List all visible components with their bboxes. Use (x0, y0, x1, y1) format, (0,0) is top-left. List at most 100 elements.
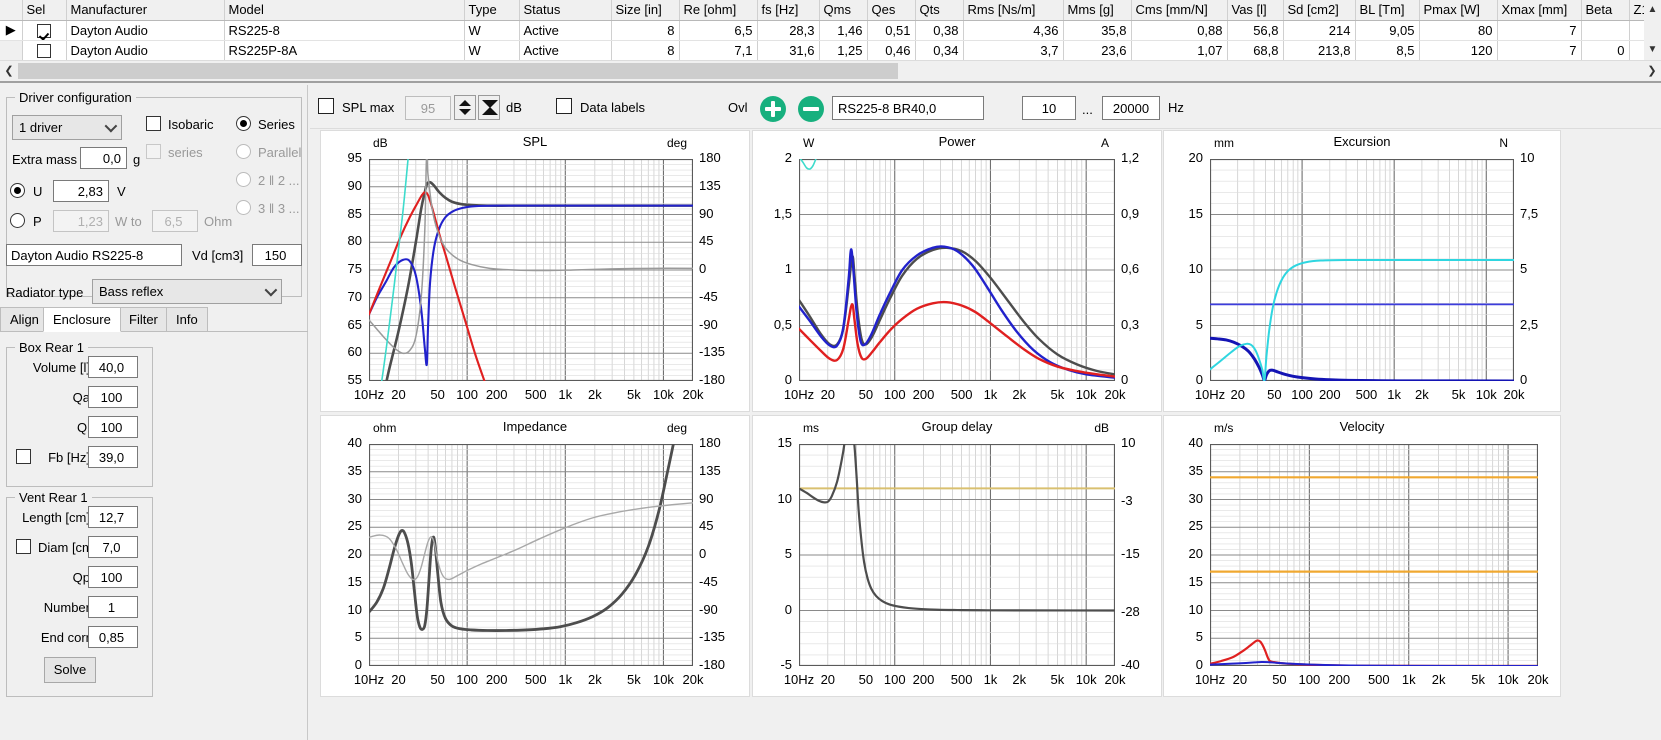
scroll-right-icon[interactable]: ❯ (1643, 61, 1661, 81)
auto-scale-button[interactable] (478, 95, 500, 120)
cell-sd: 213,8 (1283, 40, 1356, 60)
driver-database-table[interactable]: Sel Manufacturer Model Type Status Size … (0, 0, 1661, 60)
data-labels-label: Data labels (580, 100, 646, 115)
spl-max-input[interactable] (405, 96, 451, 120)
power-input[interactable] (53, 210, 109, 232)
box-fb-input[interactable] (88, 446, 138, 468)
vent-diam-input[interactable] (88, 536, 138, 558)
tab-info[interactable]: Info (166, 307, 208, 332)
col-beta[interactable]: Beta (1581, 0, 1630, 21)
vd-input[interactable] (252, 244, 302, 266)
isobaric-checkbox[interactable] (146, 116, 161, 131)
chart-excursion[interactable]: Excursion mm N 0 5 10 15 20 0 2,5 5 7,5 10 10Hz 20 50 10… (1163, 130, 1561, 412)
col-model[interactable]: Model (224, 0, 465, 21)
col-bl[interactable]: BL [Tm] (1355, 0, 1420, 21)
chart-power[interactable]: Power W A 0 0,5 1 1,5 2 0 0,3 0,6 0,9 1,2 10Hz 20 50 100… (752, 130, 1162, 412)
col-mms[interactable]: Mms [g] (1063, 0, 1132, 21)
y-tick-label: 25 (1188, 518, 1203, 534)
col-rms[interactable]: Rms [Ns/m] (963, 0, 1064, 21)
col-qts[interactable]: Qts (915, 0, 964, 21)
enclosure-tab-bar: Align Enclosure Filter Info (0, 307, 308, 332)
wiring-parallel-radio[interactable] (236, 144, 251, 159)
col-fs[interactable]: fs [Hz] (757, 0, 820, 21)
isobaric-series-checkbox[interactable] (146, 144, 161, 159)
spl-max-stepper[interactable] (454, 95, 476, 120)
power-load-input[interactable] (152, 210, 198, 232)
plot-area (1210, 444, 1538, 666)
col-pmax[interactable]: Pmax [W] (1419, 0, 1498, 21)
tab-filter[interactable]: Filter (119, 307, 168, 332)
col-qes[interactable]: Qes (867, 0, 916, 21)
chart-impedance[interactable]: Impedance ohm deg 0 5 10 15 20 25 30 35 40 -180 -135-… (320, 415, 750, 697)
col-xmax[interactable]: Xmax [mm] (1497, 0, 1582, 21)
box-volume-input[interactable] (88, 356, 138, 378)
db-unit-label: dB (506, 100, 522, 115)
col-type[interactable]: Type (464, 0, 520, 21)
col-status[interactable]: Status (519, 0, 612, 21)
scroll-left-icon[interactable]: ❮ (0, 61, 18, 81)
power-radio[interactable] (10, 213, 25, 228)
solve-button[interactable]: Solve (44, 657, 96, 683)
wiring-series-radio[interactable] (236, 116, 251, 131)
col-sel[interactable]: Sel (22, 0, 67, 21)
row-select-checkbox[interactable] (22, 40, 67, 60)
freq-max-input[interactable] (1102, 96, 1160, 120)
driver-count-select[interactable]: 1 driver (12, 115, 122, 140)
col-re[interactable]: Re [ohm] (679, 0, 758, 21)
freq-min-input[interactable] (1022, 96, 1076, 120)
chart-velocity[interactable]: Velocity m/s 0 5 10 15 20 25 30 35 40 10Hz 20 50 100 20… (1163, 415, 1561, 697)
plot-area (369, 159, 693, 381)
table-row[interactable]: ▶ Dayton Audio RS225-8 W Active 8 6,5 28… (0, 20, 1661, 41)
tab-align[interactable]: Align (0, 307, 49, 332)
vent-length-input[interactable] (88, 506, 138, 528)
radiator-type-label: Radiator type (6, 285, 84, 300)
table-row[interactable]: Dayton Audio RS225P-8A W Active 8 7,1 31… (0, 40, 1661, 60)
vent-qp-input[interactable] (88, 566, 138, 588)
voltage-input[interactable] (53, 180, 109, 202)
data-labels-checkbox[interactable] (556, 98, 572, 114)
col-sd[interactable]: Sd [cm2] (1283, 0, 1356, 21)
box-fb-checkbox[interactable] (16, 449, 31, 464)
chart-spl[interactable]: SPL dB deg 55 60 65 70 75 80 85 90 95 -180 -135 -90 -45… (320, 130, 750, 412)
col-vas[interactable]: Vas [l] (1227, 0, 1284, 21)
driver-name-input[interactable] (6, 244, 182, 266)
box-qa-input[interactable] (88, 386, 138, 408)
col-manufacturer[interactable]: Manufacturer (66, 0, 225, 21)
col-cms[interactable]: Cms [mm/N] (1131, 0, 1228, 21)
y-tick-label: 1,5 (773, 205, 792, 221)
cell-size: 8 (611, 40, 680, 60)
wiring-2x2-radio[interactable] (236, 172, 251, 187)
x-tick-label: 20k (1104, 672, 1126, 687)
cell-mms: 35,8 (1063, 20, 1132, 41)
y-tick-label-right: -135 (699, 344, 726, 360)
chevron-down-icon (459, 109, 471, 115)
ovl-add-button[interactable] (760, 96, 786, 122)
chart-group-delay[interactable]: Group delay ms dB -5 0 5 10 15 -40 -28 -15 -3 10 10Hz… (752, 415, 1162, 697)
scroll-up-icon[interactable]: ▲ (1644, 0, 1661, 20)
wiring-3x3-radio[interactable] (236, 200, 251, 215)
scroll-down-icon[interactable]: ▼ (1644, 40, 1661, 60)
box-qa-label: Qa (72, 390, 90, 405)
voltage-radio[interactable] (10, 183, 25, 198)
vent-number-input[interactable] (88, 596, 138, 618)
vent-endcorr-input[interactable] (88, 626, 138, 648)
tab-enclosure[interactable]: Enclosure (43, 307, 121, 332)
radiator-type-select[interactable]: Bass reflex (92, 279, 282, 304)
project-name-input[interactable] (832, 96, 984, 120)
extra-mass-unit: g (133, 152, 141, 167)
extra-mass-label: Extra mass (12, 152, 78, 167)
hscroll-track[interactable] (18, 63, 1643, 79)
col-qms[interactable]: Qms (819, 0, 868, 21)
spl-max-checkbox[interactable] (318, 98, 334, 114)
cell-beta (1581, 20, 1630, 41)
table-horizontal-scrollbar[interactable]: ❮ ❯ (0, 60, 1661, 80)
col-size[interactable]: Size [in] (611, 0, 680, 21)
box-ql-input[interactable] (88, 416, 138, 438)
vent-diam-checkbox[interactable] (16, 539, 31, 554)
cell-model: RS225P-8A (224, 40, 465, 60)
extra-mass-input[interactable] (80, 147, 127, 169)
hscroll-thumb[interactable] (18, 63, 898, 79)
ovl-remove-button[interactable] (798, 96, 824, 122)
row-select-checkbox[interactable] (22, 20, 67, 41)
table-vertical-scrollbar[interactable]: ▲ ▼ (1644, 0, 1661, 60)
